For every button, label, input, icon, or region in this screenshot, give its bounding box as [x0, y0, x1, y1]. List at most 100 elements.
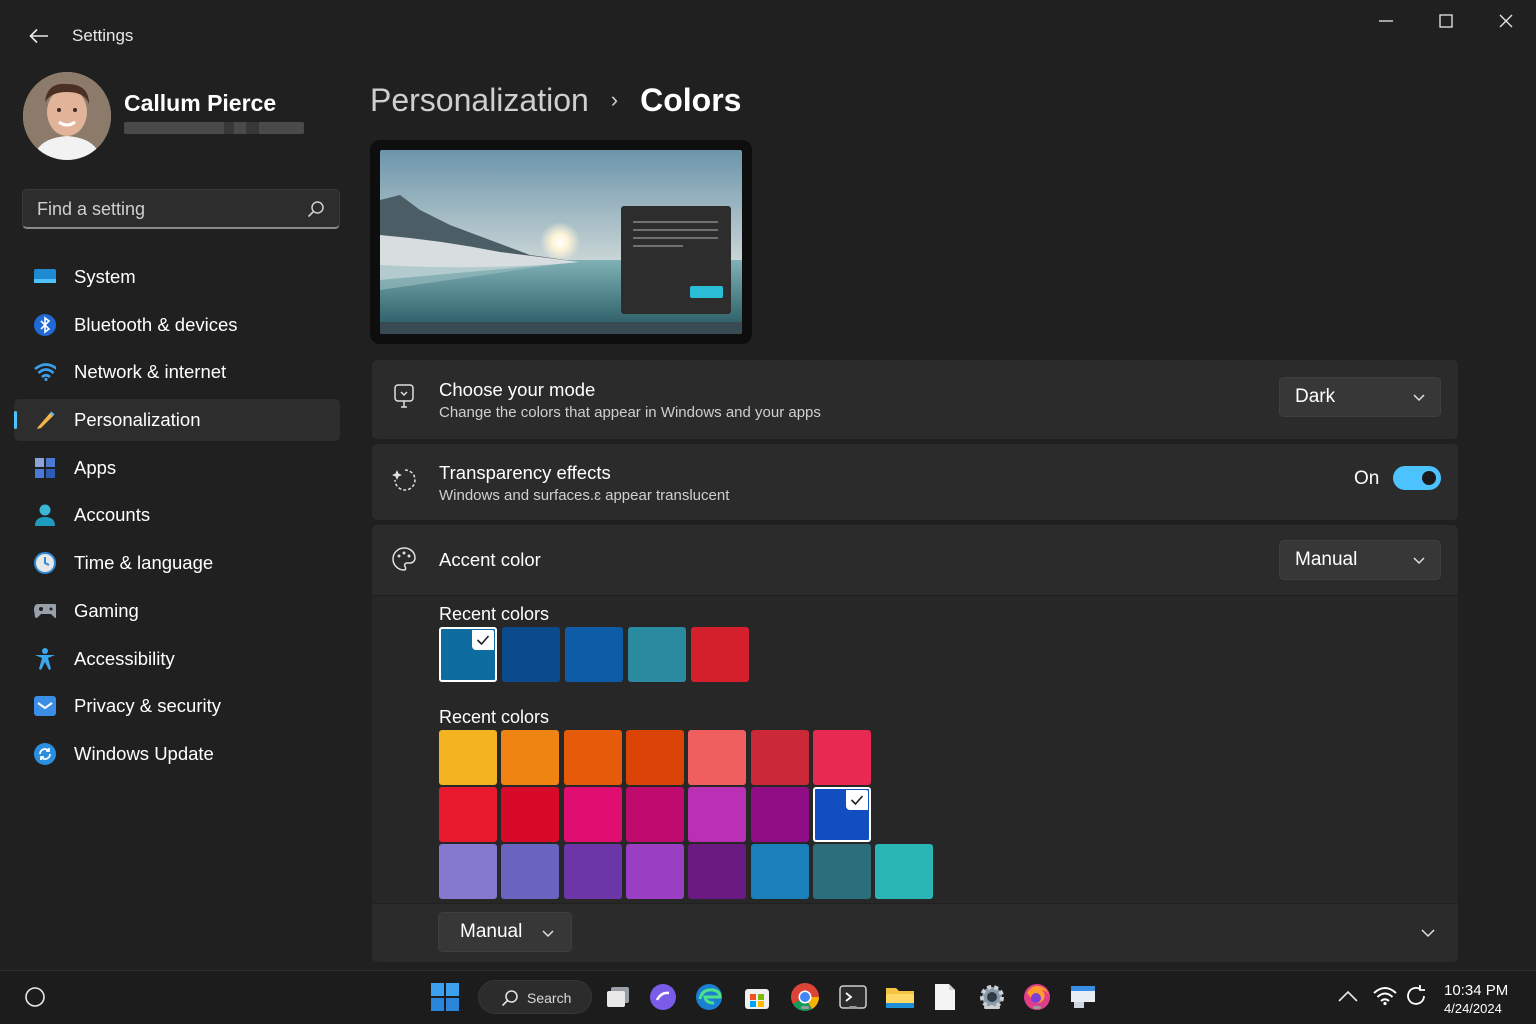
mode-dropdown[interactable]: Dark [1279, 377, 1441, 417]
sidebar-item-accounts[interactable]: Accounts [14, 494, 340, 536]
page-title: Colors [640, 81, 742, 118]
control-panel-app[interactable] [1068, 982, 1098, 1012]
mode-card: Choose your mode Change the colors that … [372, 360, 1458, 439]
accent-color-panel: Recent colors Recent colors [372, 595, 1458, 903]
windows-color-swatch[interactable] [501, 787, 560, 842]
recent-color-swatch[interactable] [628, 627, 686, 682]
notepad-app[interactable] [930, 982, 960, 1012]
windows-color-swatch[interactable] [625, 730, 684, 785]
bottom-dropdown[interactable]: Manual [438, 912, 572, 952]
windows-color-swatch[interactable] [563, 844, 622, 899]
clock-date[interactable]: 4/24/2024 [1444, 1001, 1502, 1016]
settings-app[interactable] [977, 982, 1007, 1012]
taskbar-search[interactable]: Search [478, 980, 592, 1014]
sidebar-item-time-language[interactable]: Time & language [14, 542, 340, 584]
terminal-app[interactable] [838, 982, 868, 1012]
windows-color-swatch[interactable] [439, 787, 497, 842]
windows-color-swatch[interactable] [875, 844, 934, 899]
windows-color-swatch[interactable] [625, 787, 684, 842]
document-icon [935, 984, 955, 1010]
chevron-up-icon[interactable] [1337, 989, 1359, 1003]
sidebar-item-system[interactable]: System [14, 256, 340, 298]
user-email-redacted [124, 122, 304, 134]
chrome-app[interactable] [790, 982, 820, 1012]
recent-color-swatch[interactable] [691, 627, 749, 682]
windows-color-swatch[interactable] [439, 730, 497, 785]
widgets-button[interactable] [20, 982, 50, 1012]
mode-icon [390, 382, 418, 410]
breadcrumb: Personalization › Colors [370, 78, 741, 122]
windows-color-swatch[interactable] [501, 730, 560, 785]
sidebar-item-accessibility[interactable]: Accessibility [14, 638, 340, 680]
avatar[interactable] [23, 72, 111, 160]
recent-color-swatch[interactable] [565, 627, 623, 682]
close-button[interactable] [1478, 6, 1534, 36]
task-view-icon [607, 987, 629, 1007]
store-app[interactable] [742, 982, 772, 1012]
maximize-icon [1439, 14, 1453, 28]
windows-color-swatch[interactable] [688, 844, 747, 899]
sidebar-item-bluetooth[interactable]: Bluetooth & devices [14, 304, 340, 346]
windows-color-swatch[interactable] [688, 730, 747, 785]
breadcrumb-separator: › [610, 87, 619, 112]
windows-color-swatch[interactable] [688, 787, 747, 842]
transparency-toggle[interactable] [1393, 466, 1441, 490]
sidebar-item-apps[interactable]: Apps [14, 447, 340, 489]
wifi-status-icon[interactable] [1373, 986, 1397, 1006]
task-view-button[interactable] [603, 982, 633, 1012]
shield-icon [34, 695, 56, 717]
sidebar-item-privacy[interactable]: Privacy & security [14, 685, 340, 727]
search-icon [307, 201, 324, 218]
chat-app[interactable] [648, 982, 678, 1012]
settings-search[interactable] [22, 189, 340, 229]
windows-color-swatch[interactable] [750, 730, 809, 785]
windows-color-swatch[interactable] [501, 844, 560, 899]
windows-color-swatch[interactable] [563, 730, 622, 785]
windows-color-swatch[interactable] [625, 844, 684, 899]
checkmark-icon [845, 790, 868, 810]
clock-time[interactable]: 10:34 PM [1444, 982, 1508, 999]
taskbar-search-label: Search [527, 990, 572, 1006]
windows-color-swatch[interactable] [750, 787, 809, 842]
minimize-icon [1379, 20, 1393, 22]
windows-logo-icon [431, 983, 459, 1011]
minimize-button[interactable] [1358, 6, 1414, 36]
windows-color-swatch[interactable] [563, 787, 622, 842]
palette-icon [390, 545, 418, 573]
windows-color-swatch[interactable] [812, 730, 871, 785]
windows-color-swatch[interactable] [812, 787, 871, 842]
accent-title: Accent color [439, 549, 541, 570]
close-icon [1499, 14, 1513, 28]
back-button[interactable] [24, 22, 54, 50]
transparency-title: Transparency effects [439, 462, 611, 483]
user-photo [23, 72, 111, 160]
windows-color-swatch[interactable] [812, 844, 871, 899]
sidebar-item-network[interactable]: Network & internet [14, 351, 340, 393]
sidebar-item-gaming[interactable]: Gaming [14, 590, 340, 632]
recent-color-swatch[interactable] [439, 627, 497, 682]
accessibility-icon [34, 647, 56, 670]
edge-app[interactable] [694, 982, 724, 1012]
refresh-icon[interactable] [1406, 984, 1428, 1008]
windows-color-swatch[interactable] [750, 844, 809, 899]
accent-dropdown[interactable]: Manual [1279, 540, 1441, 580]
windows-color-swatch[interactable] [439, 844, 497, 899]
chevron-down-icon [1413, 557, 1425, 565]
search-input[interactable] [23, 190, 293, 228]
back-arrow-icon [29, 28, 48, 44]
breadcrumb-parent[interactable]: Personalization [370, 82, 589, 119]
store-icon [745, 989, 769, 1009]
sidebar-item-windows-update[interactable]: Windows Update [14, 733, 340, 775]
expand-chevron-icon[interactable] [1420, 926, 1436, 940]
maximize-button[interactable] [1418, 6, 1474, 36]
sidebar-item-personalization[interactable]: Personalization [14, 399, 340, 442]
recent-colors-label: Recent colors [439, 604, 550, 624]
system-icon [34, 266, 56, 288]
toggle-knob [1422, 471, 1436, 485]
recent-color-swatch[interactable] [502, 627, 560, 682]
transparency-card: Transparency effects Windows and surface… [372, 444, 1458, 520]
start-button[interactable] [430, 982, 460, 1012]
bluetooth-icon [34, 313, 56, 336]
file-explorer-app[interactable] [885, 982, 915, 1012]
firefox-app[interactable] [1022, 982, 1052, 1012]
